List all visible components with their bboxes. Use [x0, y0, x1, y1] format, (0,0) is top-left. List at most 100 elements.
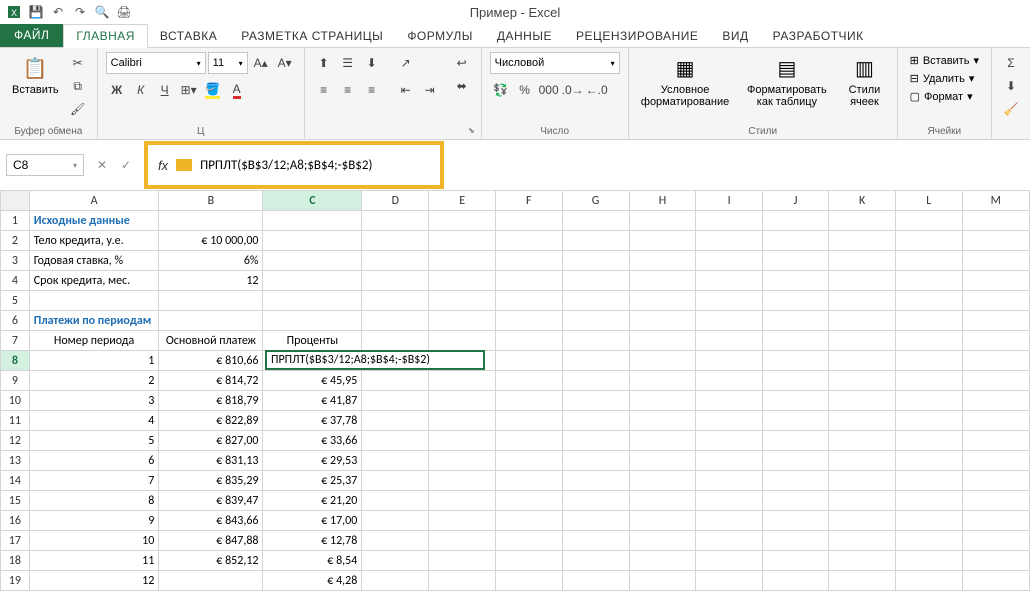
cell-D16[interactable] — [362, 511, 429, 531]
cell-B8[interactable]: € 810,66 — [159, 351, 263, 371]
cell-H15[interactable] — [629, 491, 696, 511]
tab-layout[interactable]: РАЗМЕТКА СТРАНИЦЫ — [229, 25, 395, 47]
cell-F8[interactable] — [495, 351, 562, 371]
bold-button[interactable]: Ж — [106, 79, 128, 101]
cell-B15[interactable]: € 839,47 — [159, 491, 263, 511]
merge-center-icon[interactable]: ⬌ — [451, 75, 473, 97]
cell-D2[interactable] — [362, 231, 429, 251]
cell-A6[interactable]: Платежи по периодам — [29, 311, 159, 331]
row-header-2[interactable]: 2 — [1, 231, 30, 251]
cell-F5[interactable] — [495, 291, 562, 311]
cell-B5[interactable] — [159, 291, 263, 311]
cell-H8[interactable] — [629, 351, 696, 371]
cell-L16[interactable] — [895, 511, 962, 531]
cell-G5[interactable] — [562, 291, 629, 311]
cell-L9[interactable] — [895, 371, 962, 391]
cell-L14[interactable] — [895, 471, 962, 491]
cell-F3[interactable] — [495, 251, 562, 271]
cell-E17[interactable] — [429, 531, 496, 551]
align-middle-icon[interactable]: ☰ — [337, 52, 359, 74]
cell-L4[interactable] — [895, 271, 962, 291]
cell-L10[interactable] — [895, 391, 962, 411]
cell-E12[interactable] — [429, 431, 496, 451]
select-all-corner[interactable] — [1, 191, 30, 211]
cell-H19[interactable] — [629, 571, 696, 591]
cell-styles-button[interactable]: ▥Стили ячеек — [840, 52, 888, 110]
cell-L12[interactable] — [895, 431, 962, 451]
cell-F6[interactable] — [495, 311, 562, 331]
fill-color-button[interactable]: 🪣 — [202, 79, 224, 101]
quick-print-icon[interactable]: 🖨 — [114, 2, 134, 22]
cell-K3[interactable] — [829, 251, 896, 271]
cell-A16[interactable]: 9 — [29, 511, 159, 531]
cell-I18[interactable] — [696, 551, 762, 571]
cell-E10[interactable] — [429, 391, 496, 411]
tab-data[interactable]: ДАННЫЕ — [485, 25, 564, 47]
cell-J8[interactable] — [762, 351, 828, 371]
cell-H7[interactable] — [629, 331, 696, 351]
cell-E1[interactable] — [429, 211, 496, 231]
cell-J7[interactable] — [762, 331, 828, 351]
cell-K10[interactable] — [829, 391, 896, 411]
orientation-icon[interactable]: ↗ — [395, 52, 417, 74]
cell-G3[interactable] — [562, 251, 629, 271]
align-bottom-icon[interactable]: ⬇ — [361, 52, 383, 74]
cell-K5[interactable] — [829, 291, 896, 311]
col-header-H[interactable]: H — [629, 191, 696, 211]
cell-I4[interactable] — [696, 271, 762, 291]
cell-H1[interactable] — [629, 211, 696, 231]
cell-B7[interactable]: Основной платеж — [159, 331, 263, 351]
cell-D1[interactable] — [362, 211, 429, 231]
percent-icon[interactable]: % — [514, 79, 536, 101]
cell-K15[interactable] — [829, 491, 896, 511]
cell-C5[interactable] — [263, 291, 362, 311]
col-header-J[interactable]: J — [762, 191, 828, 211]
cell-J18[interactable] — [762, 551, 828, 571]
col-header-A[interactable]: A — [29, 191, 159, 211]
cell-J4[interactable] — [762, 271, 828, 291]
cell-M6[interactable] — [962, 311, 1029, 331]
cell-E11[interactable] — [429, 411, 496, 431]
align-top-icon[interactable]: ⬆ — [313, 52, 335, 74]
currency-icon[interactable]: 💱 — [490, 79, 512, 101]
col-header-I[interactable]: I — [696, 191, 762, 211]
cell-M11[interactable] — [962, 411, 1029, 431]
cell-H12[interactable] — [629, 431, 696, 451]
cell-B17[interactable]: € 847,88 — [159, 531, 263, 551]
cell-L11[interactable] — [895, 411, 962, 431]
row-header-10[interactable]: 10 — [1, 391, 30, 411]
col-header-F[interactable]: F — [495, 191, 562, 211]
cell-J14[interactable] — [762, 471, 828, 491]
font-size-select[interactable]: 11▾ — [208, 52, 248, 74]
cell-F7[interactable] — [495, 331, 562, 351]
cell-A10[interactable]: 3 — [29, 391, 159, 411]
row-header-12[interactable]: 12 — [1, 431, 30, 451]
row-header-7[interactable]: 7 — [1, 331, 30, 351]
cell-C15[interactable]: € 21,20 — [263, 491, 362, 511]
cell-C16[interactable]: € 17,00 — [263, 511, 362, 531]
cell-J2[interactable] — [762, 231, 828, 251]
cell-C17[interactable]: € 12,78 — [263, 531, 362, 551]
cell-H14[interactable] — [629, 471, 696, 491]
cell-I15[interactable] — [696, 491, 762, 511]
cell-M9[interactable] — [962, 371, 1029, 391]
cell-A2[interactable]: Тело кредита, у.е. — [29, 231, 159, 251]
cell-B9[interactable]: € 814,72 — [159, 371, 263, 391]
tab-insert[interactable]: ВСТАВКА — [148, 25, 229, 47]
row-header-5[interactable]: 5 — [1, 291, 30, 311]
cell-A15[interactable]: 8 — [29, 491, 159, 511]
cell-C1[interactable] — [263, 211, 362, 231]
excel-icon[interactable]: X — [4, 2, 24, 22]
row-header-3[interactable]: 3 — [1, 251, 30, 271]
cell-B16[interactable]: € 843,66 — [159, 511, 263, 531]
cell-I10[interactable] — [696, 391, 762, 411]
cell-E15[interactable] — [429, 491, 496, 511]
cell-H16[interactable] — [629, 511, 696, 531]
cell-E4[interactable] — [429, 271, 496, 291]
increase-indent-icon[interactable]: ⇥ — [419, 79, 441, 101]
cell-C6[interactable] — [263, 311, 362, 331]
align-center-icon[interactable]: ≡ — [337, 79, 359, 101]
row-header-1[interactable]: 1 — [1, 211, 30, 231]
cell-I5[interactable] — [696, 291, 762, 311]
cell-L18[interactable] — [895, 551, 962, 571]
